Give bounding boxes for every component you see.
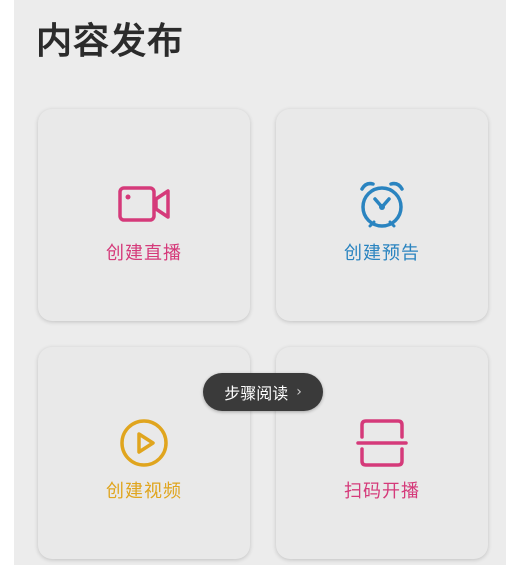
page-title: 内容发布	[36, 21, 185, 62]
create-preview-label: 创建预告	[344, 243, 420, 264]
step-reading-label: 步骤阅读	[224, 384, 289, 403]
chevron-right-icon: ›	[296, 384, 302, 400]
play-circle-icon	[118, 417, 170, 469]
create-live-label: 创建直播	[106, 243, 182, 264]
step-reading-button[interactable]: 步骤阅读 ›	[203, 373, 323, 411]
video-camera-icon	[118, 179, 170, 231]
create-live-card[interactable]: 创建直播	[38, 109, 250, 321]
scan-start-live-label: 扫码开播	[344, 481, 420, 502]
scan-icon	[356, 417, 408, 469]
create-video-label: 创建视频	[106, 481, 182, 502]
alarm-clock-icon	[356, 179, 408, 231]
create-preview-card[interactable]: 创建预告	[276, 109, 488, 321]
